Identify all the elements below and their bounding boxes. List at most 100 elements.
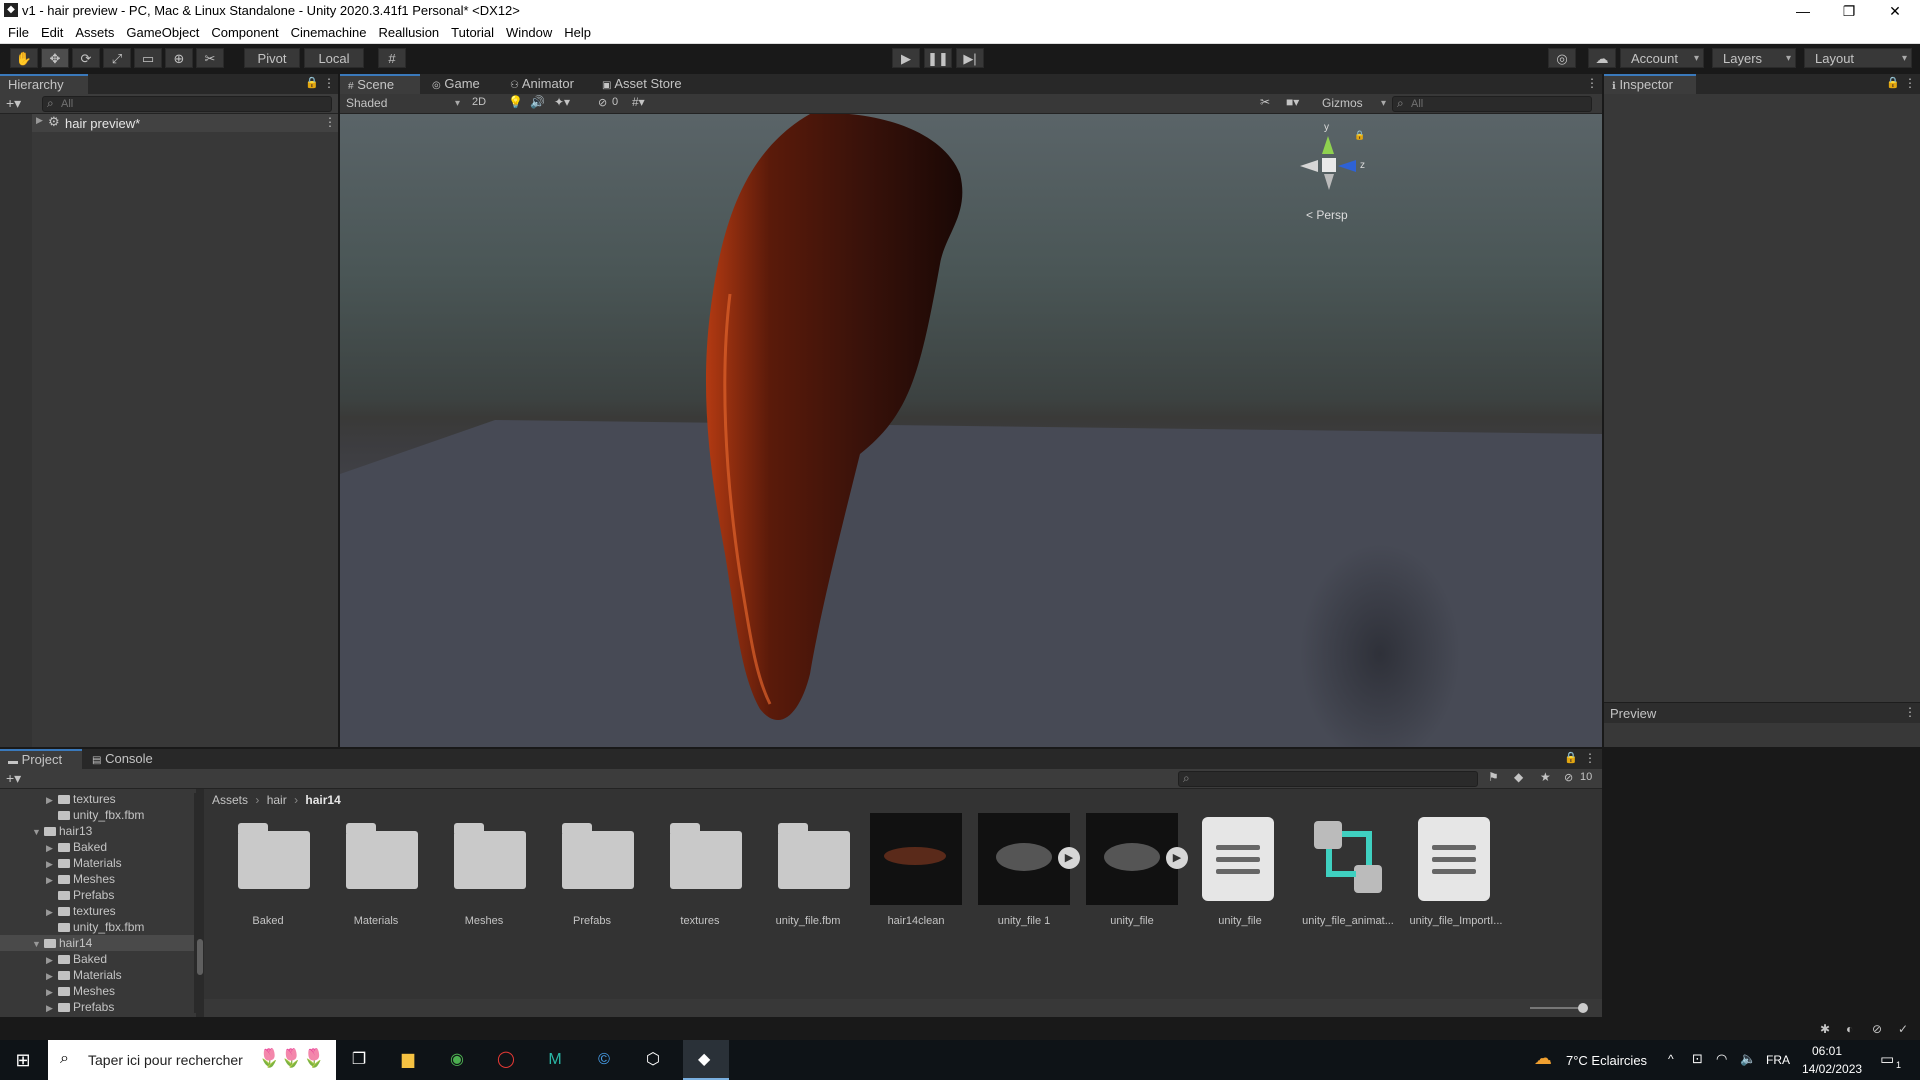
tree-expand-icon[interactable]: ▶ <box>46 984 58 1000</box>
search-by-type-icon[interactable]: ⚑ <box>1488 770 1499 784</box>
expand-arrow-icon[interactable]: ▶ <box>36 115 43 126</box>
rotate-tool-icon[interactable]: ⟳ <box>72 48 100 68</box>
bug-icon[interactable]: ✱ <box>1820 1022 1830 1036</box>
tree-expand-icon[interactable]: ▶ <box>46 968 58 984</box>
asset-item[interactable]: hair14clean <box>864 813 968 933</box>
tree-item[interactable]: ▶ Materials <box>46 967 122 983</box>
z-axis-cone-icon[interactable] <box>1338 160 1356 172</box>
scene-menu-icon[interactable]: ⋮ <box>324 115 336 129</box>
layers-dropdown[interactable]: Layers <box>1712 48 1796 69</box>
tree-expand-icon[interactable]: ▶ <box>46 856 58 872</box>
pivot-toggle[interactable]: Pivot <box>244 48 300 68</box>
cache-server-icon[interactable]: ⊘ <box>1872 1022 1882 1036</box>
tree-item[interactable]: unity_fbx.fbm <box>46 919 144 935</box>
scene-row[interactable]: ▶ ⚙ hair preview* ⋮ <box>32 114 338 132</box>
center-cube-icon[interactable] <box>1322 158 1336 172</box>
collab-icon[interactable]: ◎ <box>1548 48 1576 68</box>
preview-header[interactable]: Preview ⋮ <box>1604 702 1920 723</box>
project-search-input[interactable] <box>1178 771 1478 787</box>
asset-item[interactable]: textures <box>648 813 752 933</box>
tree-scrollbar-track[interactable] <box>196 789 204 1017</box>
minimize-button[interactable]: — <box>1780 0 1826 22</box>
chrome-icon[interactable]: ◉ <box>442 1045 472 1075</box>
more-icon[interactable]: ⋮ <box>323 76 335 90</box>
wifi-icon[interactable]: ◠ <box>1716 1051 1727 1067</box>
tree-expand-icon[interactable]: ▼ <box>32 936 44 952</box>
menu-help[interactable]: Help <box>558 22 597 43</box>
tab-scene[interactable]: # Scene <box>340 74 420 94</box>
breadcrumb-hair[interactable]: hair <box>267 793 287 807</box>
lighting-icon[interactable]: 💡 <box>508 95 523 109</box>
icon-size-slider-thumb[interactable] <box>1578 1003 1588 1013</box>
add-icon[interactable]: +▾ <box>6 95 21 112</box>
effects-icon[interactable]: ✦▾ <box>554 95 570 109</box>
tree-item[interactable]: ▼ hair14 <box>0 935 198 951</box>
taskbar-search[interactable]: ⌕ Taper ici pour rechercher 🌷🌷🌷 <box>48 1040 336 1080</box>
grid-snap-icon[interactable]: # <box>378 48 406 68</box>
scene-search-input[interactable]: All <box>1392 96 1592 112</box>
tree-item[interactable]: unity_fbx.fbm <box>46 807 144 823</box>
tree-item[interactable]: Prefabs <box>46 887 114 903</box>
asset-item[interactable]: unity_file.fbm <box>756 813 860 933</box>
local-toggle[interactable]: Local <box>304 48 364 68</box>
tab-inspector[interactable]: ℹ Inspector <box>1604 74 1696 94</box>
hidden-packages-icon[interactable]: ⊘ <box>1564 771 1573 784</box>
tools-icon[interactable]: ✂ <box>1260 95 1270 109</box>
grid-visibility-icon[interactable]: #▾ <box>632 95 645 109</box>
tree-expand-icon[interactable]: ▶ <box>46 904 58 920</box>
usb-icon[interactable]: ⊡ <box>1692 1051 1703 1067</box>
character-creator-icon[interactable]: © <box>589 1045 619 1075</box>
tab-hierarchy[interactable]: Hierarchy <box>0 74 88 94</box>
status-check-icon[interactable]: ✓ <box>1898 1022 1908 1036</box>
volume-icon[interactable]: 🔈 <box>1740 1051 1756 1067</box>
inspector-lock-icon[interactable]: 🔒 <box>1886 76 1900 89</box>
step-button[interactable]: ▶| <box>956 48 984 68</box>
2d-toggle[interactable]: 2D <box>472 96 486 108</box>
shading-dropdown[interactable]: Shaded <box>342 95 464 112</box>
tree-expand-icon[interactable]: ▶ <box>46 952 58 968</box>
menu-file[interactable]: File <box>0 22 35 43</box>
menu-reallusion[interactable]: Reallusion <box>372 22 445 43</box>
x-axis-cone-icon[interactable] <box>1300 160 1318 172</box>
asset-item[interactable]: Prefabs <box>540 813 644 933</box>
tree-item[interactable]: ▶ textures <box>46 791 116 807</box>
project-add-icon[interactable]: +▾ <box>6 770 21 787</box>
tree-expand-icon[interactable]: ▶ <box>46 792 58 808</box>
tree-item[interactable]: ▶ Baked <box>46 951 107 967</box>
tree-item[interactable]: ▶ Meshes <box>46 983 115 999</box>
asset-item[interactable]: Meshes <box>432 813 536 933</box>
orientation-gizmo[interactable]: y z 🔒 <box>1296 122 1366 212</box>
audio-icon[interactable]: 🔊 <box>530 95 545 109</box>
menu-component[interactable]: Component <box>205 22 284 43</box>
play-button[interactable]: ▶ <box>892 48 920 68</box>
inspector-more-icon[interactable]: ⋮ <box>1904 76 1916 90</box>
hand-tool-icon[interactable]: ✋ <box>10 48 38 68</box>
layout-dropdown[interactable]: Layout <box>1804 48 1912 69</box>
cloud-icon[interactable]: ☁ <box>1588 48 1616 68</box>
tree-item[interactable]: ▶ textures <box>46 903 116 919</box>
breadcrumb-assets[interactable]: Assets <box>212 793 248 807</box>
camera-icon[interactable]: ■▾ <box>1286 95 1299 109</box>
gizmos-dropdown[interactable]: Gizmos <box>1318 95 1390 112</box>
asset-item[interactable]: unity_file <box>1188 813 1292 933</box>
tab-asset-store[interactable]: ▣ Asset Store <box>594 74 702 94</box>
notifications-icon[interactable]: ▭ <box>1880 1050 1894 1068</box>
menu-edit[interactable]: Edit <box>35 22 69 43</box>
tree-expand-icon[interactable]: ▼ <box>32 824 44 840</box>
menu-window[interactable]: Window <box>500 22 558 43</box>
tree-item[interactable]: ▶ Baked <box>46 839 107 855</box>
pause-button[interactable]: ❚❚ <box>924 48 952 68</box>
weather-text[interactable]: 7°C Eclaircies <box>1566 1053 1647 1068</box>
y-axis-cone-icon[interactable] <box>1322 136 1334 154</box>
maya-icon[interactable]: M <box>540 1045 570 1075</box>
search-by-label-icon[interactable]: ◆ <box>1514 770 1523 784</box>
asset-item[interactable]: Materials <box>324 813 428 933</box>
menu-assets[interactable]: Assets <box>69 22 120 43</box>
menu-cinemachine[interactable]: Cinemachine <box>285 22 373 43</box>
preview-more-icon[interactable]: ⋮ <box>1904 705 1916 719</box>
tree-expand-icon[interactable]: ▶ <box>46 840 58 856</box>
scene-more-icon[interactable]: ⋮ <box>1586 76 1598 90</box>
clock-date[interactable]: 14/02/2023 <box>1802 1062 1862 1076</box>
tree-item[interactable]: ▶ Meshes <box>46 871 115 887</box>
clock-time[interactable]: 06:01 <box>1812 1044 1842 1058</box>
